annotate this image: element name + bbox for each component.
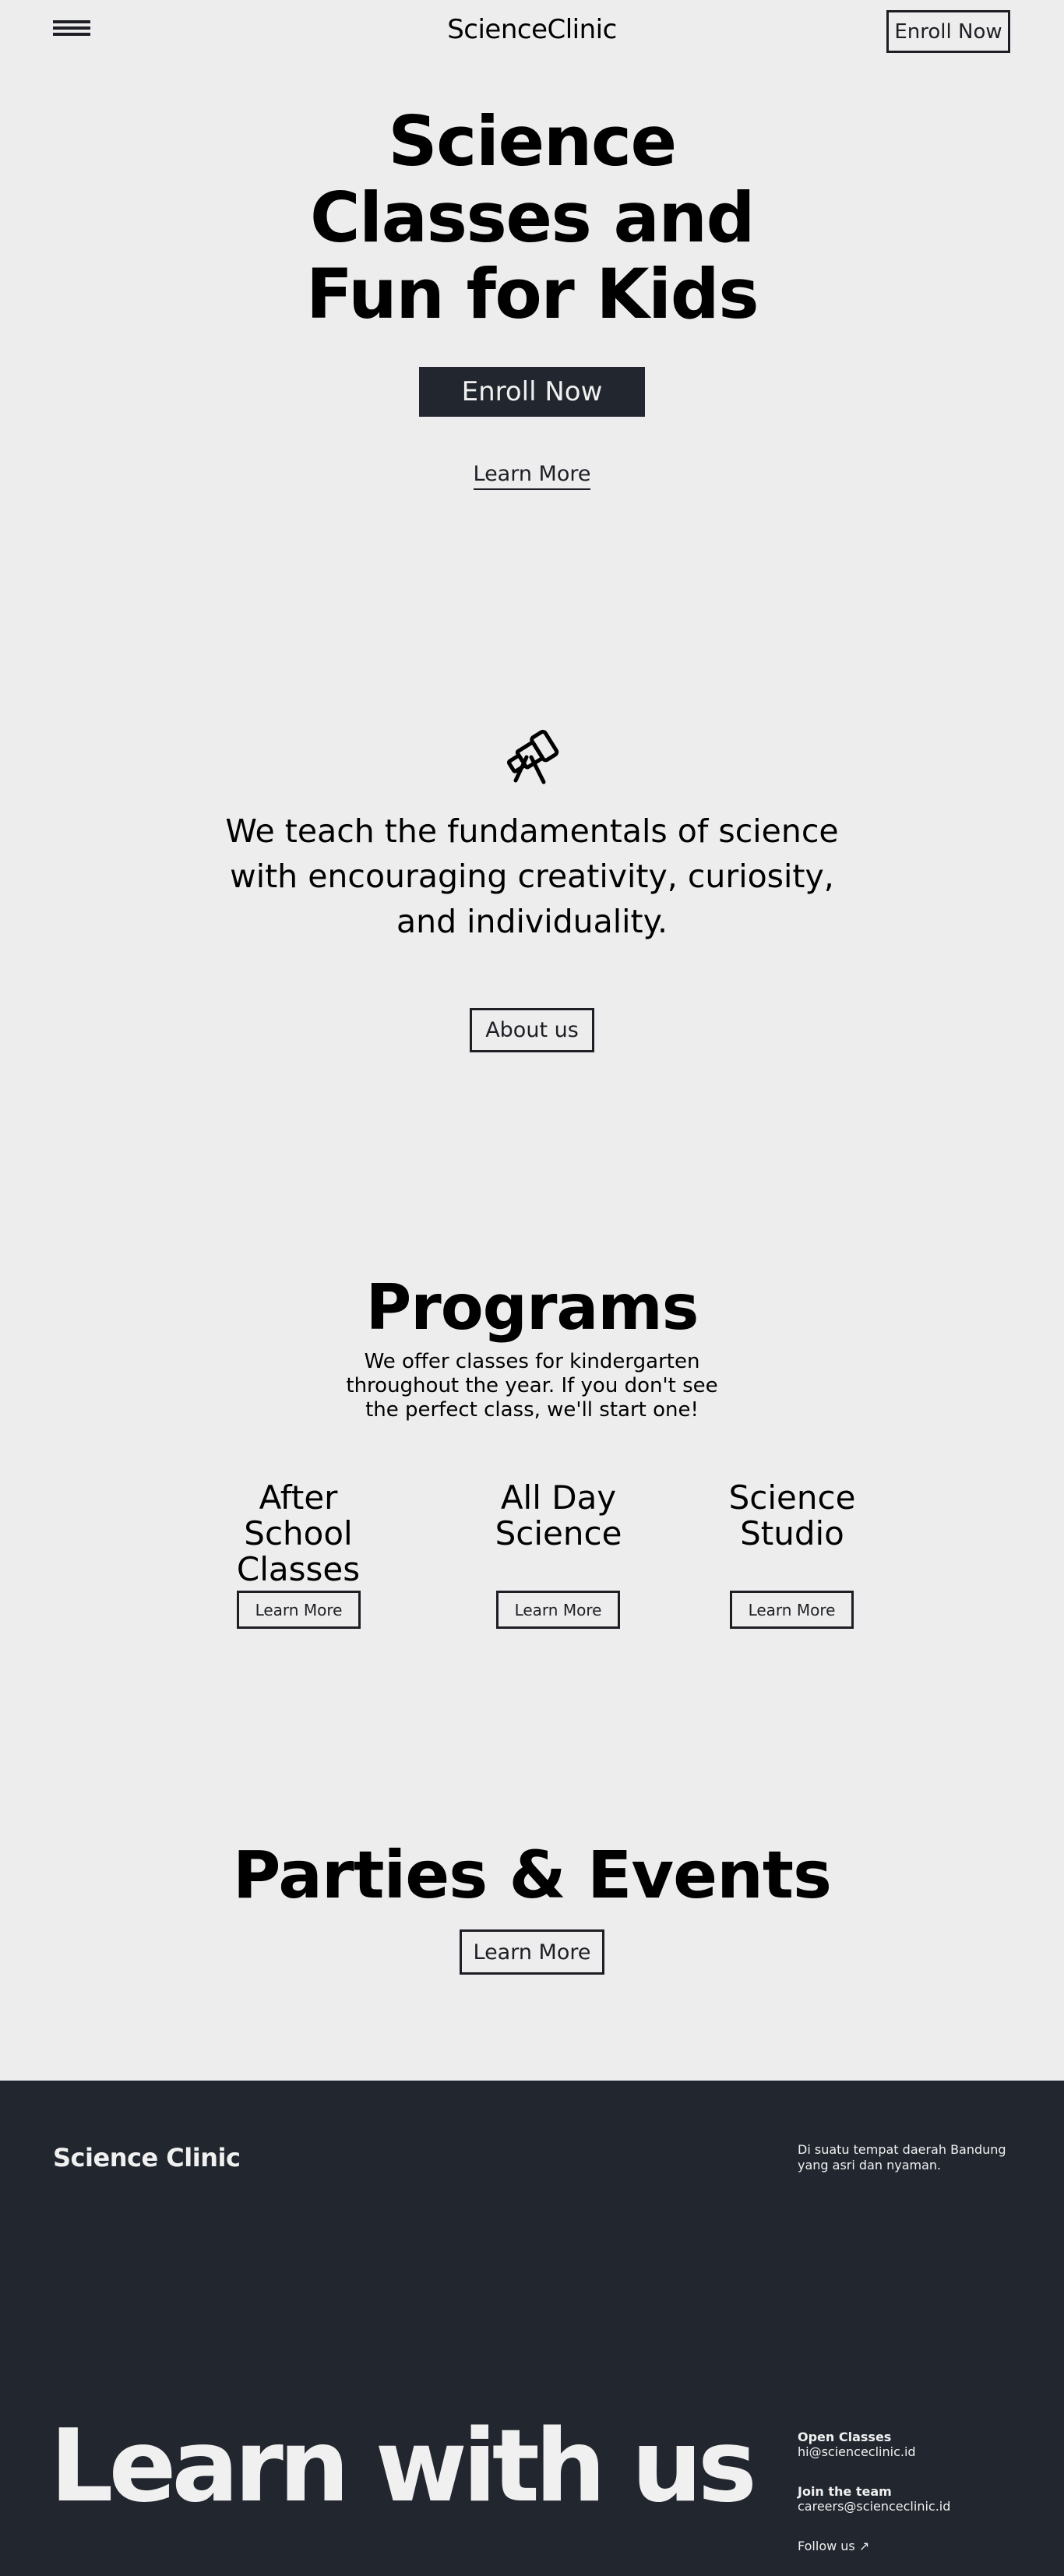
follow-us-link[interactable]: Follow us ↗ <box>798 2539 869 2553</box>
site-header: ScienceClinic Enroll Now <box>0 0 1064 62</box>
join-team-block: Join the team careers@scienceclinic.id <box>798 2484 950 2514</box>
program-learn-more-button[interactable]: Learn More <box>730 1591 854 1629</box>
program-card-all-day: All Day Science Learn More <box>481 1480 636 1629</box>
program-title: After School Classes <box>205 1480 392 1588</box>
program-title-line: After School <box>244 1478 353 1552</box>
about-us-button[interactable]: About us <box>470 1008 594 1052</box>
footer-address: Di suatu tempat daerah Bandung yang asri… <box>798 2142 1006 2173</box>
programs-subtitle: We offer classes for kindergarten throug… <box>346 1350 718 1422</box>
program-learn-more-button[interactable]: Learn More <box>237 1591 361 1629</box>
join-team-email-link[interactable]: careers@scienceclinic.id <box>798 2499 950 2514</box>
program-title-line: Classes <box>236 1550 361 1588</box>
hero-learn-more-link[interactable]: Learn More <box>473 462 591 490</box>
site-footer: Science Clinic Di suatu tempat daerah Ba… <box>0 2081 1064 2576</box>
hero-title: Science Classes and Fun for Kids <box>0 104 1064 333</box>
programs-title: Programs <box>365 1271 699 1344</box>
parties-learn-more-button[interactable]: Learn More <box>460 1929 604 1975</box>
header-enroll-button[interactable]: Enroll Now <box>886 10 1010 53</box>
program-title-line: Science <box>728 1478 856 1517</box>
join-team-label: Join the team <box>798 2484 892 2499</box>
hero-title-line: Fun for Kids <box>305 254 759 334</box>
program-title-line: All Day <box>500 1478 617 1517</box>
footer-brand: Science Clinic <box>53 2143 241 2173</box>
hero-title-line: Science <box>388 101 677 181</box>
telescope-icon <box>506 729 559 784</box>
program-card-after-school: After School Classes Learn More <box>205 1480 392 1629</box>
parties-title: Parties & Events <box>232 1837 832 1913</box>
program-title: Science Studio <box>714 1480 870 1552</box>
hero-title-line: Classes and <box>309 178 756 258</box>
open-classes-block: Open Classes hi@scienceclinic.id <box>798 2430 950 2459</box>
program-title: All Day Science <box>481 1480 636 1552</box>
program-title-line: Science <box>495 1514 622 1552</box>
program-learn-more-button[interactable]: Learn More <box>496 1591 620 1629</box>
open-classes-email-link[interactable]: hi@scienceclinic.id <box>798 2444 950 2459</box>
footer-headline: Learn with us <box>50 2409 757 2525</box>
mission-text: We teach the fundamentals of science wit… <box>225 812 839 940</box>
program-card-science-studio: Science Studio Learn More <box>714 1480 870 1629</box>
open-classes-label: Open Classes <box>798 2430 892 2444</box>
footer-contacts: Open Classes hi@scienceclinic.id Join th… <box>798 2430 950 2539</box>
program-title-line: Studio <box>740 1514 844 1552</box>
hero-enroll-button[interactable]: Enroll Now <box>419 367 645 417</box>
hero-learn-more: Learn More <box>0 462 1064 490</box>
